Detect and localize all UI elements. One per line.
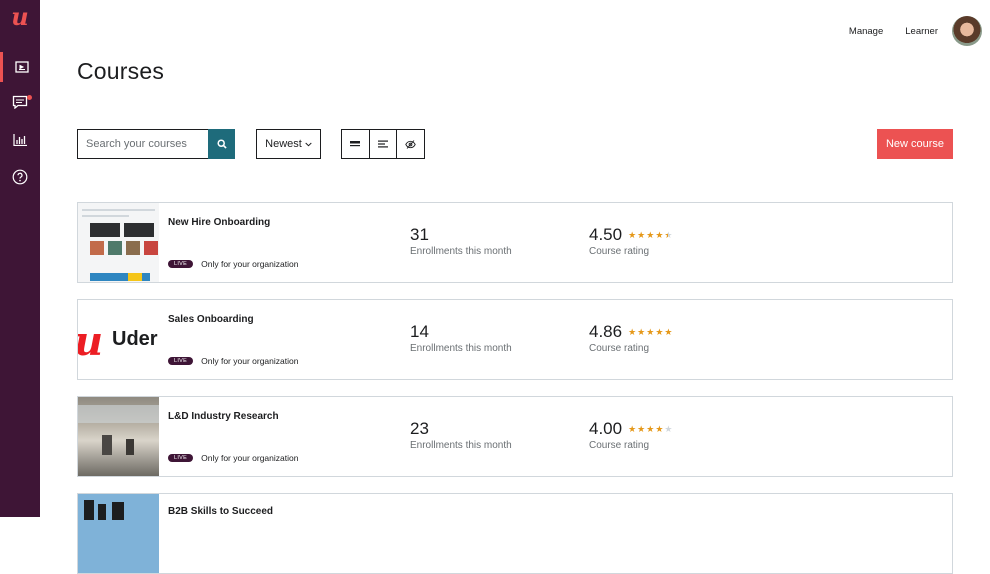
sidebar-item-performance[interactable] [0, 125, 40, 155]
star-icon: ★ [664, 229, 673, 240]
star-icon: ★ [637, 229, 646, 240]
course-card[interactable]: u Uder Sales Onboarding LIVE Only for yo… [77, 299, 953, 380]
list-icon [378, 140, 388, 148]
rating-label: Course rating [589, 343, 650, 354]
star-icon: ★ [628, 229, 637, 240]
course-card[interactable]: New Hire Onboarding LIVE Only for your o… [77, 202, 953, 283]
enrollments-stat: 31 Enrollments this month [410, 225, 512, 257]
visibility-text: Only for your organization [201, 356, 299, 366]
course-card[interactable]: B2B Skills to Succeed [77, 493, 953, 574]
sort-dropdown[interactable]: Newest [256, 129, 321, 159]
enrollments-count: 14 [410, 322, 429, 341]
enrollments-stat: 23 Enrollments this month [410, 419, 512, 451]
sidebar-item-courses[interactable] [0, 52, 40, 82]
course-thumbnail: u Uder [78, 300, 159, 379]
rating-value: 4.50 [589, 225, 623, 244]
new-course-button[interactable]: New course [877, 129, 953, 159]
search-button[interactable] [208, 129, 235, 159]
enrollments-stat: 14 Enrollments this month [410, 322, 512, 354]
visibility-text: Only for your organization [201, 259, 299, 269]
star-icon: ★ [655, 423, 664, 434]
course-status: LIVE Only for your organization [168, 259, 298, 269]
course-thumbnail [78, 397, 159, 476]
rating-stars: ★ ★ ★ ★ ★ [628, 230, 672, 241]
eye-slash-icon [405, 139, 416, 149]
course-status: LIVE Only for your organization [168, 453, 298, 463]
rating-value: 4.86 [589, 322, 623, 341]
visibility-text: Only for your organization [201, 453, 299, 463]
course-status: LIVE Only for your organization [168, 356, 298, 366]
star-icon: ★ [655, 229, 664, 240]
rating-label: Course rating [589, 246, 650, 257]
thumbnail-text: Uder [112, 328, 158, 350]
course-title[interactable]: Sales Onboarding [168, 314, 254, 325]
star-icon: ★ [646, 229, 655, 240]
course-thumbnail [78, 494, 159, 573]
enrollments-count: 31 [410, 225, 429, 244]
rating-value: 4.00 [589, 419, 623, 438]
star-icon: ★ [664, 423, 673, 434]
search-bar: Search your courses [77, 129, 235, 159]
star-icon: ★ [655, 326, 664, 337]
compact-list-icon [350, 141, 361, 147]
learner-link[interactable]: Learner [905, 26, 938, 37]
notification-dot [27, 95, 32, 100]
live-badge: LIVE [168, 454, 194, 462]
course-title[interactable]: New Hire Onboarding [168, 217, 270, 228]
star-icon: ★ [637, 326, 646, 337]
sort-label: Newest [265, 138, 302, 150]
compact-view-button[interactable] [342, 130, 370, 158]
messages-icon [12, 95, 28, 109]
avatar[interactable] [952, 16, 982, 46]
sidebar-item-help[interactable] [0, 162, 40, 192]
view-options [341, 129, 425, 159]
help-icon [12, 169, 28, 185]
course-title[interactable]: L&D Industry Research [168, 411, 279, 422]
star-icon: ★ [628, 326, 637, 337]
rating-stat: 4.00 ★ ★ ★ ★ ★ Course rating [589, 419, 672, 451]
live-badge: LIVE [168, 357, 194, 365]
rating-stat: 4.86 ★ ★ ★ ★ ★ Course rating [589, 322, 672, 354]
search-input[interactable]: Search your courses [77, 129, 208, 159]
list-view-button[interactable] [370, 130, 398, 158]
manage-link[interactable]: Manage [849, 26, 883, 37]
star-icon: ★ [646, 423, 655, 434]
top-bar: Manage Learner [849, 16, 982, 46]
course-thumbnail [78, 203, 159, 282]
enrollments-label: Enrollments this month [410, 246, 512, 257]
course-display-icon [14, 61, 29, 73]
rating-label: Course rating [589, 440, 650, 451]
enrollments-count: 23 [410, 419, 429, 438]
star-icon: ★ [664, 326, 673, 337]
chevron-down-icon [305, 142, 312, 146]
enrollments-label: Enrollments this month [410, 440, 512, 451]
star-icon: ★ [646, 326, 655, 337]
enrollments-label: Enrollments this month [410, 343, 512, 354]
bar-chart-icon [13, 134, 27, 146]
live-badge: LIVE [168, 260, 194, 268]
star-icon: ★ [637, 423, 646, 434]
page-title: Courses [77, 58, 165, 84]
course-card[interactable]: L&D Industry Research LIVE Only for your… [77, 396, 953, 477]
search-icon [216, 139, 227, 149]
course-title[interactable]: B2B Skills to Succeed [168, 506, 273, 517]
sidebar-item-messages[interactable] [0, 87, 40, 117]
udemy-logo-mark: u [78, 318, 103, 365]
hide-view-button[interactable] [397, 130, 424, 158]
rating-stars: ★ ★ ★ ★ ★ [628, 327, 672, 338]
sidebar: u [0, 0, 40, 517]
star-icon: ★ [628, 423, 637, 434]
rating-stars: ★ ★ ★ ★ ★ [628, 424, 672, 435]
udemy-logo[interactable]: u [8, 5, 32, 30]
rating-stat: 4.50 ★ ★ ★ ★ ★ Course rating [589, 225, 672, 257]
